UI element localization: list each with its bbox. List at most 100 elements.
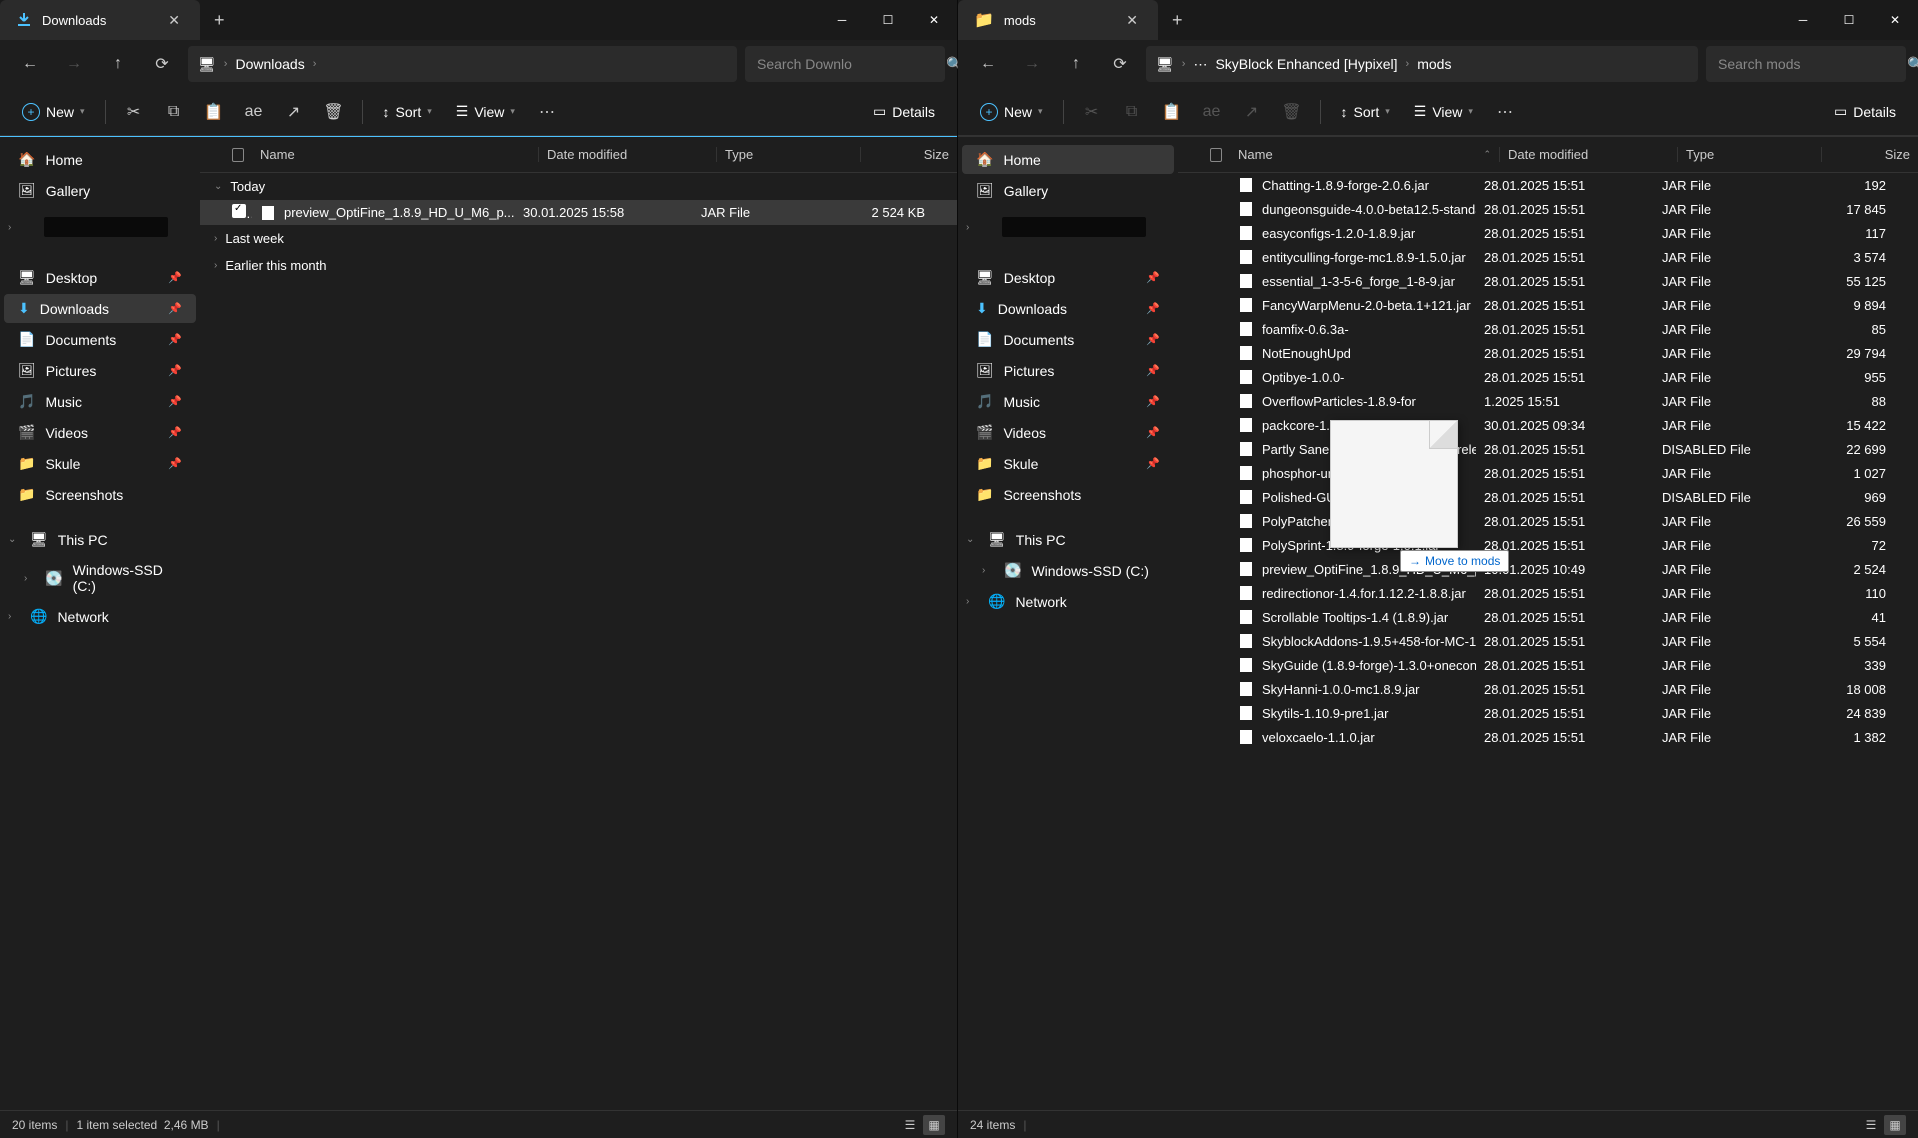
paste-button[interactable]: 📋 [1154,94,1190,130]
breadcrumb-segment[interactable]: mods [1417,56,1451,72]
file-row[interactable]: FancyWarpMenu-2.0-beta.1+121.jar 28.01.2… [1178,293,1918,317]
file-row[interactable]: SkyblockAddons-1.9.5+458-for-MC-1.... 28… [1178,629,1918,653]
column-type[interactable]: Type [717,147,861,162]
file-row[interactable]: Optibye-1.0.0- 28.01.2025 15:51 JAR File… [1178,365,1918,389]
column-date[interactable]: Date modified [539,147,717,162]
close-button[interactable]: ✕ [1872,0,1918,40]
sidebar-item-documents[interactable]: 📄Documents📌 [962,325,1174,354]
sidebar-item-drive[interactable]: ›💽Windows-SSD (C:) [962,556,1174,585]
file-row[interactable]: easyconfigs-1.2.0-1.8.9.jar 28.01.2025 1… [1178,221,1918,245]
delete-button[interactable]: 🗑 [1274,94,1310,130]
sidebar-item-skule[interactable]: 📁Skule📌 [4,449,196,478]
sidebar-item-gallery[interactable]: 🖼Gallery [4,176,196,205]
file-row[interactable]: PolySprint-1.8.9-forge-1.0.1.jar 28.01.2… [1178,533,1918,557]
forward-button[interactable]: → [56,46,92,82]
file-row[interactable]: PolyPatcher-1.8.9-forge-1.10.2.jar 28.01… [1178,509,1918,533]
close-icon[interactable]: ✕ [1122,12,1142,29]
search-input[interactable] [1718,56,1899,72]
file-row[interactable]: Scrollable Tooltips-1.4 (1.8.9).jar 28.0… [1178,605,1918,629]
file-row[interactable]: essential_1-3-5-6_forge_1-8-9.jar 28.01.… [1178,269,1918,293]
sidebar-item-music[interactable]: 🎵Music📌 [4,387,196,416]
search-box[interactable]: 🔍 [1706,46,1906,82]
view-button[interactable]: ☰ View ▾ [446,97,525,126]
group-today[interactable]: ⌄Today [200,173,957,200]
column-name[interactable]: Name [252,147,539,162]
sidebar-item-downloads[interactable]: ⬇Downloads📌 [4,294,196,323]
rename-button[interactable]: ae [1194,94,1230,130]
new-tab-button[interactable]: + [200,10,239,31]
select-all-checkbox[interactable] [1210,148,1222,162]
minimize-button[interactable]: ─ [1780,0,1826,40]
file-row[interactable]: NotEnoughUpd 28.01.2025 15:51 JAR File 2… [1178,341,1918,365]
group-earlier[interactable]: ›Earlier this month [200,252,957,279]
sidebar-item-videos[interactable]: 🎬Videos📌 [4,418,196,447]
up-button[interactable]: ↑ [1058,46,1094,82]
sidebar-item-thispc[interactable]: ⌄🖥This PC [4,525,196,554]
close-button[interactable]: ✕ [911,0,957,40]
ellipsis-icon[interactable]: ⋯ [1193,56,1207,73]
file-row[interactable]: veloxcaelo-1.1.0.jar 28.01.2025 15:51 JA… [1178,725,1918,749]
file-row[interactable]: Polished-GUI-1.0.0.jar.disabled 28.01.20… [1178,485,1918,509]
sidebar-item-videos[interactable]: 🎬Videos📌 [962,418,1174,447]
sidebar-item-desktop[interactable]: 🖥Desktop📌 [962,263,1174,292]
minimize-button[interactable]: ─ [819,0,865,40]
column-date[interactable]: Date modified [1500,147,1678,162]
list-view-toggle[interactable]: ▦ [923,1115,945,1135]
new-tab-button[interactable]: + [1158,10,1197,31]
refresh-button[interactable]: ⟳ [144,46,180,82]
file-row[interactable]: Partly Sane Skies-beta-v0.6.2-prerelea..… [1178,437,1918,461]
sidebar-item-thispc[interactable]: ⌄🖥This PC [962,525,1174,554]
sidebar-item-documents[interactable]: 📄Documents📌 [4,325,196,354]
maximize-button[interactable]: ☐ [1826,0,1872,40]
copy-button[interactable]: ⧉ [1114,94,1150,130]
sidebar-item-network[interactable]: ›🌐Network [4,602,196,631]
back-button[interactable]: ← [970,46,1006,82]
search-box[interactable]: 🔍 [745,46,945,82]
close-icon[interactable]: ✕ [164,12,184,29]
share-button[interactable]: ↗ [1234,94,1270,130]
file-row[interactable]: SkyGuide (1.8.9-forge)-1.3.0+oneconfi...… [1178,653,1918,677]
sidebar-item-music[interactable]: 🎵Music📌 [962,387,1174,416]
sidebar-item-pictures[interactable]: 🖼Pictures📌 [4,356,196,385]
sidebar-item-screenshots[interactable]: 📁Screenshots [4,480,196,509]
breadcrumb-segment[interactable]: Downloads [235,56,304,72]
up-button[interactable]: ↑ [100,46,136,82]
group-lastweek[interactable]: ›Last week [200,225,957,252]
sidebar-item-network[interactable]: ›🌐Network [962,587,1174,616]
column-name[interactable]: Name⌃ [1230,147,1500,162]
file-row[interactable]: OverflowParticles-1.8.9-for 1.2025 15:51… [1178,389,1918,413]
sidebar-item-home[interactable]: 🏠Home [4,145,196,174]
copy-button[interactable]: ⧉ [156,94,192,130]
share-button[interactable]: ↗ [276,94,312,130]
rename-button[interactable]: ae [236,94,272,130]
details-button[interactable]: ▭ Details [1824,97,1906,126]
select-all-checkbox[interactable] [232,148,244,162]
details-button[interactable]: ▭ Details [863,97,945,126]
sidebar-item-home[interactable]: 🏠Home [962,145,1174,174]
sidebar-item-desktop[interactable]: 🖥Desktop📌 [4,263,196,292]
file-row[interactable]: entityculling-forge-mc1.8.9-1.5.0.jar 28… [1178,245,1918,269]
sidebar-item-redacted[interactable]: › [962,207,1174,247]
tab-downloads[interactable]: Downloads ✕ [0,0,200,40]
forward-button[interactable]: → [1014,46,1050,82]
sidebar-item-drive[interactable]: ›💽Windows-SSD (C:) [4,556,196,600]
column-size[interactable]: Size [1822,147,1918,162]
sidebar-item-pictures[interactable]: 🖼Pictures📌 [962,356,1174,385]
sort-button[interactable]: ↕ Sort ▾ [373,98,442,126]
sidebar-item-screenshots[interactable]: 📁Screenshots [962,480,1174,509]
cut-button[interactable]: ✂ [1074,94,1110,130]
tab-mods[interactable]: 📁 mods ✕ [958,0,1158,40]
breadcrumb[interactable]: 🖥 › ⋯ SkyBlock Enhanced [Hypixel] › mods [1146,46,1698,82]
column-size[interactable]: Size [861,147,957,162]
sidebar-item-gallery[interactable]: 🖼Gallery [962,176,1174,205]
file-row[interactable]: preview_OptiFine_1.8.9_HD_U_M6_p... 30.0… [200,200,957,225]
file-row[interactable]: phosphor-universal.jar 28.01.2025 15:51 … [1178,461,1918,485]
file-row[interactable]: Skytils-1.10.9-pre1.jar 28.01.2025 15:51… [1178,701,1918,725]
sort-button[interactable]: ↕ Sort ▾ [1331,98,1400,126]
column-type[interactable]: Type [1678,147,1822,162]
file-row[interactable]: SkyHanni-1.0.0-mc1.8.9.jar 28.01.2025 15… [1178,677,1918,701]
search-input[interactable] [757,56,938,72]
new-button[interactable]: + New ▾ [970,97,1053,127]
view-button[interactable]: ☰ View ▾ [1404,97,1483,126]
new-button[interactable]: + New ▾ [12,97,95,127]
